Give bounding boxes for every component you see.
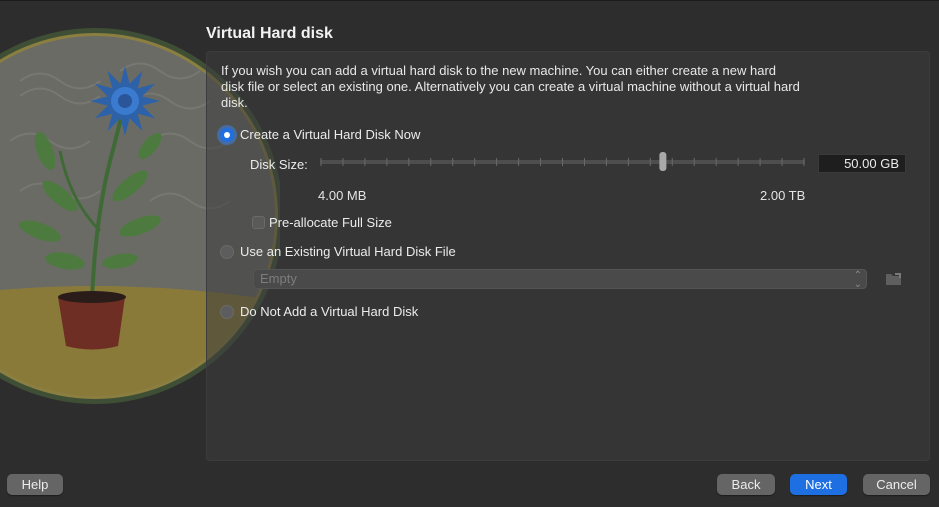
- next-button[interactable]: Next: [790, 474, 847, 495]
- radio-create-now-row[interactable]: Create a Virtual Hard Disk Now: [220, 127, 420, 142]
- radio-use-existing-label[interactable]: Use an Existing Virtual Hard Disk File: [240, 244, 456, 259]
- radio-use-existing-row[interactable]: Use an Existing Virtual Hard Disk File: [220, 244, 456, 259]
- disk-size-max-label: 2.00 TB: [760, 188, 806, 203]
- disk-size-min-label: 4.00 MB: [318, 188, 367, 203]
- preallocate-label[interactable]: Pre-allocate Full Size: [269, 215, 392, 230]
- radio-create-now-label[interactable]: Create a Virtual Hard Disk Now: [240, 127, 420, 142]
- disk-size-slider[interactable]: [320, 151, 805, 173]
- radio-use-existing[interactable]: [220, 244, 234, 259]
- dialog-window: Virtual Hard disk If you wish you can ad…: [0, 0, 939, 507]
- description-text: If you wish you can add a virtual hard d…: [221, 63, 800, 110]
- preallocate-row[interactable]: Pre-allocate Full Size: [252, 215, 392, 230]
- back-button[interactable]: Back: [717, 474, 775, 495]
- radio-create-now[interactable]: [220, 127, 234, 142]
- radio-do-not-add-row[interactable]: Do Not Add a Virtual Hard Disk: [220, 304, 418, 319]
- slider-thumb[interactable]: [659, 152, 667, 171]
- page-title: Virtual Hard disk: [206, 25, 333, 42]
- radio-do-not-add-label[interactable]: Do Not Add a Virtual Hard Disk: [240, 304, 418, 319]
- help-button[interactable]: Help: [7, 474, 63, 495]
- radio-do-not-add[interactable]: [220, 304, 234, 319]
- existing-file-select[interactable]: Empty ⌃ ⌄: [253, 269, 867, 290]
- cancel-button[interactable]: Cancel: [863, 474, 930, 495]
- folder-icon[interactable]: [884, 270, 904, 288]
- existing-file-value: Empty: [260, 271, 297, 286]
- chevron-up-down-icon: ⌃ ⌄: [853, 270, 862, 290]
- disk-size-field[interactable]: 50.00 GB: [818, 154, 906, 173]
- preallocate-checkbox[interactable]: [252, 216, 265, 229]
- disk-size-label: Disk Size:: [250, 157, 308, 172]
